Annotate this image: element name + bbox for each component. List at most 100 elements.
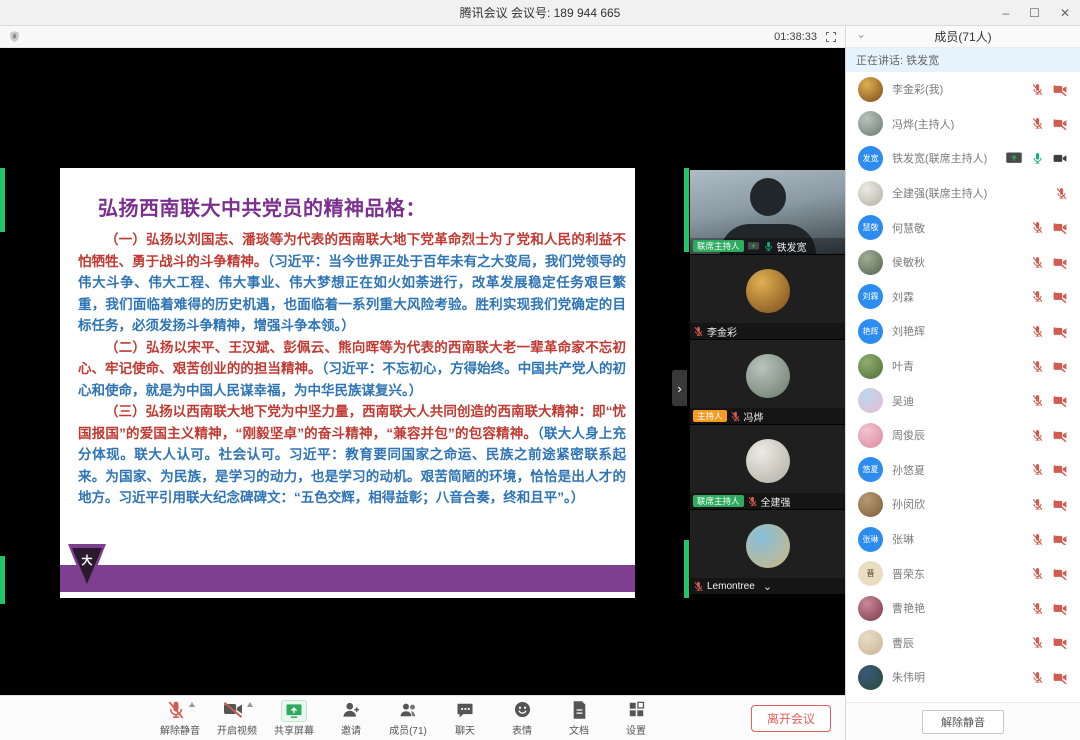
member-row[interactable]: 朱伟明 (846, 660, 1080, 695)
member-row[interactable]: 艳辉刘艳辉 (846, 314, 1080, 349)
member-name: 全建强(联席主持人) (892, 185, 987, 201)
toolbar-item-emoji[interactable]: 表情 (500, 700, 544, 737)
video-tile[interactable]: 李金彩 (690, 255, 845, 340)
member-list[interactable]: 李金彩(我)冯烨(主持人)发宽铁发宽(联席主持人) 全建强(联席主持人) 慧敬何慧敬… (846, 72, 1080, 702)
member-row[interactable]: 吴迪 (846, 383, 1080, 418)
toolbar-item-chat[interactable]: 聊天 (443, 700, 487, 737)
members-icon (398, 700, 419, 720)
member-status-icons (1005, 151, 1068, 165)
toolbar-item-share[interactable]: 共享屏幕 (272, 700, 316, 737)
panel-collapse-chevron-icon[interactable]: ⌄ (856, 27, 866, 41)
tile-name-bar: 李金彩 (690, 323, 845, 339)
camera-off-icon (1052, 429, 1068, 442)
member-row[interactable]: 冯烨(主持人) (846, 107, 1080, 142)
member-name: 孙悠夏 (892, 462, 925, 478)
unmute-button[interactable]: 解除静音 (922, 710, 1004, 734)
member-row[interactable]: 全建强(联席主持人) (846, 176, 1080, 211)
window-controls: – ☐ ✕ (1002, 0, 1070, 26)
member-name: 周俊辰 (892, 427, 925, 443)
toolbar-item-invite[interactable]: 邀请 (329, 700, 373, 737)
video-tile[interactable]: 联席主持人 全建强 (690, 425, 845, 510)
slide-paragraph: （三）弘扬以西南联大地下党为中坚力量，西南联大人共同创造的西南联大精神：即“忧国… (78, 401, 626, 509)
role-badge: 联席主持人 (693, 495, 744, 507)
member-name: 晋荣东 (892, 566, 925, 582)
member-row[interactable]: 慧敬何慧敬 (846, 210, 1080, 245)
participant-name: 铁发宽 (777, 239, 807, 254)
caret-up-icon[interactable] (189, 702, 195, 707)
meeting-timer: 01:38:33 (774, 31, 817, 43)
member-status-icons (1031, 117, 1068, 130)
video-tile[interactable]: Lemontree ⌄ (690, 510, 845, 595)
toolbar-item-settings[interactable]: 设置 (614, 700, 658, 737)
document-icon (571, 700, 588, 720)
mic-muted-icon (1031, 498, 1044, 511)
caret-up-icon[interactable] (247, 702, 253, 707)
member-status-icons (1031, 290, 1068, 303)
invite-person-icon (341, 700, 361, 720)
screen-sharing-icon (1005, 151, 1023, 165)
toolbar-item-mute[interactable]: 解除静音 (158, 700, 202, 737)
maximize-button[interactable]: ☐ (1029, 7, 1040, 19)
video-panel-collapse-handle[interactable]: › (672, 370, 687, 406)
members-panel-header[interactable]: ⌄ 成员(71人) (846, 26, 1080, 48)
leave-meeting-button[interactable]: 离开会议 (751, 705, 831, 732)
member-row[interactable]: 曹艳艳 (846, 591, 1080, 626)
member-row[interactable]: 发宽铁发宽(联席主持人) (846, 141, 1080, 176)
camera-off-icon (1052, 83, 1068, 96)
toolbar-item-members[interactable]: 成员(71) (386, 700, 430, 737)
member-avatar (858, 77, 883, 102)
shared-screen-stage: 弘扬西南联大中共党员的精神品格： （一）弘扬以刘国志、潘琰等为代表的西南联大地下… (0, 48, 845, 695)
video-tile[interactable]: 联席主持人 铁发宽 (690, 170, 845, 255)
member-avatar: 发宽 (858, 146, 883, 171)
mic-muted-icon (1031, 429, 1044, 442)
member-status-icons (1055, 187, 1068, 200)
camera-off-icon (1052, 394, 1068, 407)
member-row[interactable]: 曹辰 (846, 626, 1080, 661)
toolbar-item-label: 设置 (626, 722, 646, 737)
participant-name: 冯烨 (744, 409, 764, 424)
mic-muted-icon (1031, 360, 1044, 373)
camera-off-icon (1052, 567, 1068, 580)
toolbar-item-camera[interactable]: 开启视频 (215, 700, 259, 737)
member-row[interactable]: 悠夏孙悠夏 (846, 453, 1080, 488)
member-avatar (858, 492, 883, 517)
fullscreen-icon[interactable] (825, 31, 837, 43)
member-name: 曹艳艳 (892, 600, 925, 616)
meeting-info-bar: 01:38:33 (0, 26, 845, 48)
member-row[interactable]: 刘霖刘霖 (846, 280, 1080, 315)
chat-icon (455, 700, 475, 720)
member-row[interactable]: 张琳张琳 (846, 522, 1080, 557)
shared-slide: 弘扬西南联大中共党员的精神品格： （一）弘扬以刘国志、潘琰等为代表的西南联大地下… (60, 168, 635, 598)
bottom-toolbar: 解除静音开启视频共享屏幕邀请成员(71) 聊天表情文档设置 离开会议 (0, 695, 845, 740)
close-button[interactable]: ✕ (1060, 7, 1070, 19)
mic-muted-icon (747, 496, 758, 507)
window-titlebar[interactable]: 腾讯会议 会议号: 189 944 665 – ☐ ✕ (0, 0, 1080, 26)
members-panel-title: 成员(71人) (934, 28, 991, 45)
mic-muted-icon (1031, 83, 1044, 96)
participant-name: Lemontree (707, 581, 755, 592)
participant-name: 全建强 (761, 494, 791, 509)
mic-muted-icon (693, 326, 704, 337)
member-row[interactable]: 李金彩(我) (846, 72, 1080, 107)
camera-off-icon (1052, 290, 1068, 303)
toolbar-item-docs[interactable]: 文档 (557, 700, 601, 737)
chevron-down-icon[interactable]: ⌄ (763, 582, 772, 593)
emoji-icon (513, 700, 532, 719)
members-panel-footer: 解除静音 (846, 702, 1080, 740)
slide-body: （一）弘扬以刘国志、潘琰等为代表的西南联大地下党革命烈士为了党和人民的利益不怕牺… (60, 229, 635, 509)
member-row[interactable]: 周俊辰 (846, 418, 1080, 453)
participant-avatar (746, 524, 790, 568)
meeting-security-icon[interactable] (8, 30, 21, 43)
member-row[interactable]: 孙闵欣 (846, 487, 1080, 522)
member-row[interactable]: 晋晋荣东 (846, 556, 1080, 591)
member-avatar (858, 630, 883, 655)
member-row[interactable]: 侯敏秋 (846, 245, 1080, 280)
camera-off-icon (1052, 360, 1068, 373)
share-border-segment (684, 540, 689, 598)
role-badge: 联席主持人 (693, 240, 744, 252)
video-tile[interactable]: 主持人冯烨 (690, 340, 845, 425)
member-row[interactable]: 叶青 (846, 349, 1080, 384)
minimize-button[interactable]: – (1002, 7, 1009, 19)
camera-off-icon (1052, 671, 1068, 684)
member-status-icons (1031, 671, 1068, 684)
